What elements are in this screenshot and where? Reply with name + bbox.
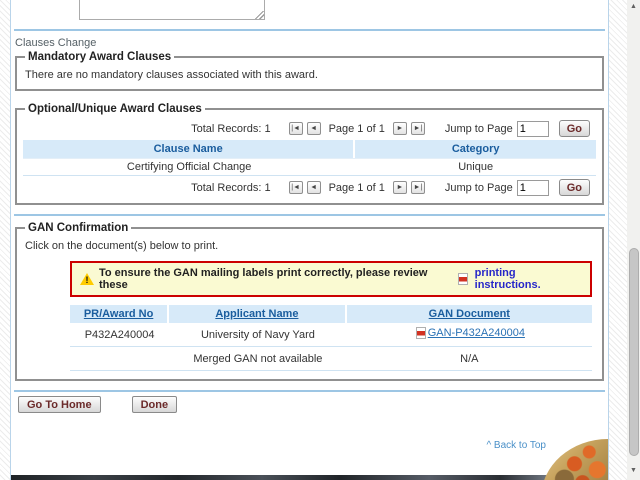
- prev-page-button[interactable]: ◄: [306, 122, 321, 135]
- first-page-button[interactable]: |◄: [288, 122, 303, 135]
- printing-instructions-link[interactable]: printing instructions.: [475, 267, 582, 291]
- last-page-button[interactable]: ►|: [410, 122, 425, 135]
- back-to-top-link[interactable]: ^ Back to Top: [486, 440, 546, 451]
- resize-grip-icon[interactable]: [255, 11, 264, 19]
- column-header-clause-name: Clause Name: [23, 140, 356, 158]
- column-header-pr-award-no[interactable]: PR/Award No: [84, 308, 153, 320]
- pdf-icon: [415, 327, 426, 339]
- scroll-down-button[interactable]: ▼: [627, 464, 640, 477]
- gan-document-link[interactable]: GAN-P432A240004: [414, 327, 525, 339]
- go-button[interactable]: Go: [558, 120, 590, 137]
- optional-clauses-legend: Optional/Unique Award Clauses: [28, 103, 202, 115]
- footer-dark-bar: [11, 475, 608, 480]
- merged-gan-cell: Merged GAN not available: [169, 347, 347, 371]
- pagination-top: Total Records: 1 |◄ ◄ Page 1 of 1 ► ►| J…: [23, 117, 596, 140]
- first-page-button[interactable]: |◄: [288, 181, 303, 194]
- back-to-top-row: ^ Back to Top: [11, 439, 608, 451]
- clauses-table-header-row: Clause Name Category: [23, 140, 596, 158]
- clauses-table: Clause Name Category Certifying Official…: [23, 140, 596, 176]
- prev-page-button[interactable]: ◄: [306, 181, 321, 194]
- section-divider: [14, 390, 605, 392]
- jump-to-page-label: Jump to Page: [444, 181, 513, 194]
- gan-table-header-row: PR/Award No Applicant Name GAN Document: [70, 305, 592, 323]
- printing-warning-box: ! To ensure the GAN mailing labels print…: [70, 261, 592, 297]
- pagination-bottom: Total Records: 1 |◄ ◄ Page 1 of 1 ► ►| J…: [23, 176, 596, 199]
- column-header-category: Category: [355, 140, 596, 158]
- optional-clauses-fieldset: Optional/Unique Award Clauses Total Reco…: [15, 103, 604, 205]
- pr-award-no-cell: P432A240004: [70, 323, 170, 347]
- gan-instruction: Click on the document(s) below to print.: [25, 240, 219, 252]
- comments-textarea-wrap: [11, 0, 608, 20]
- column-header-applicant-name[interactable]: Applicant Name: [215, 308, 298, 320]
- last-page-button[interactable]: ►|: [410, 181, 425, 194]
- vertical-scrollbar[interactable]: ▲ ▼: [627, 0, 640, 480]
- gan-confirmation-fieldset: GAN Confirmation Click on the document(s…: [15, 222, 604, 381]
- section-divider: [14, 29, 605, 31]
- content-area: Clauses Change Mandatory Award Clauses T…: [10, 0, 609, 480]
- gan-confirmation-legend: GAN Confirmation: [28, 222, 129, 234]
- section-divider: [14, 214, 605, 216]
- warning-text: To ensure the GAN mailing labels print c…: [99, 267, 428, 291]
- section-label: Clauses Change: [15, 37, 97, 49]
- next-page-button[interactable]: ►: [392, 122, 407, 135]
- mandatory-clauses-message: There are no mandatory clauses associate…: [25, 69, 318, 81]
- next-page-button[interactable]: ►: [392, 181, 407, 194]
- scroll-up-button[interactable]: ▲: [627, 0, 640, 13]
- total-records-label: Total Records: 1: [191, 122, 271, 135]
- jump-to-page-label: Jump to Page: [444, 122, 513, 135]
- clause-name-cell: Certifying Official Change: [23, 158, 356, 176]
- applicant-name-cell: University of Navy Yard: [169, 323, 347, 347]
- table-row: P432A240004 University of Navy Yard GAN-…: [70, 323, 592, 347]
- footer: ^ Back to Top [ FOIA ] [ Privacy ] [ Sec…: [11, 439, 608, 480]
- table-row: Merged GAN not available N/A: [70, 347, 592, 371]
- page-indicator: Page 1 of 1: [328, 181, 385, 194]
- jump-to-page-input[interactable]: [516, 120, 549, 137]
- pr-award-no-cell: [70, 347, 170, 371]
- column-header-gan-document[interactable]: GAN Document: [429, 308, 510, 320]
- go-button[interactable]: Go: [558, 179, 590, 196]
- table-row: Certifying Official Change Unique: [23, 158, 596, 176]
- page-indicator: Page 1 of 1: [328, 122, 385, 135]
- pdf-icon: [457, 273, 468, 285]
- gan-document-cell: GAN-P432A240004: [346, 323, 592, 347]
- warning-icon: !: [80, 273, 94, 285]
- total-records-label: Total Records: 1: [191, 181, 271, 194]
- gan-document-cell: N/A: [346, 347, 592, 371]
- gan-documents-table: PR/Award No Applicant Name GAN Document …: [70, 305, 592, 371]
- category-cell: Unique: [355, 158, 596, 176]
- mandatory-clauses-legend: Mandatory Award Clauses: [28, 51, 172, 63]
- scrollbar-thumb[interactable]: [628, 248, 639, 456]
- comments-textarea[interactable]: [79, 0, 265, 20]
- mandatory-clauses-fieldset: Mandatory Award Clauses There are no man…: [15, 51, 604, 91]
- go-to-home-button[interactable]: Go To Home: [18, 396, 101, 413]
- action-buttons: Go To Home Done: [18, 396, 608, 413]
- done-button[interactable]: Done: [131, 396, 178, 413]
- jump-to-page-input[interactable]: [516, 179, 549, 196]
